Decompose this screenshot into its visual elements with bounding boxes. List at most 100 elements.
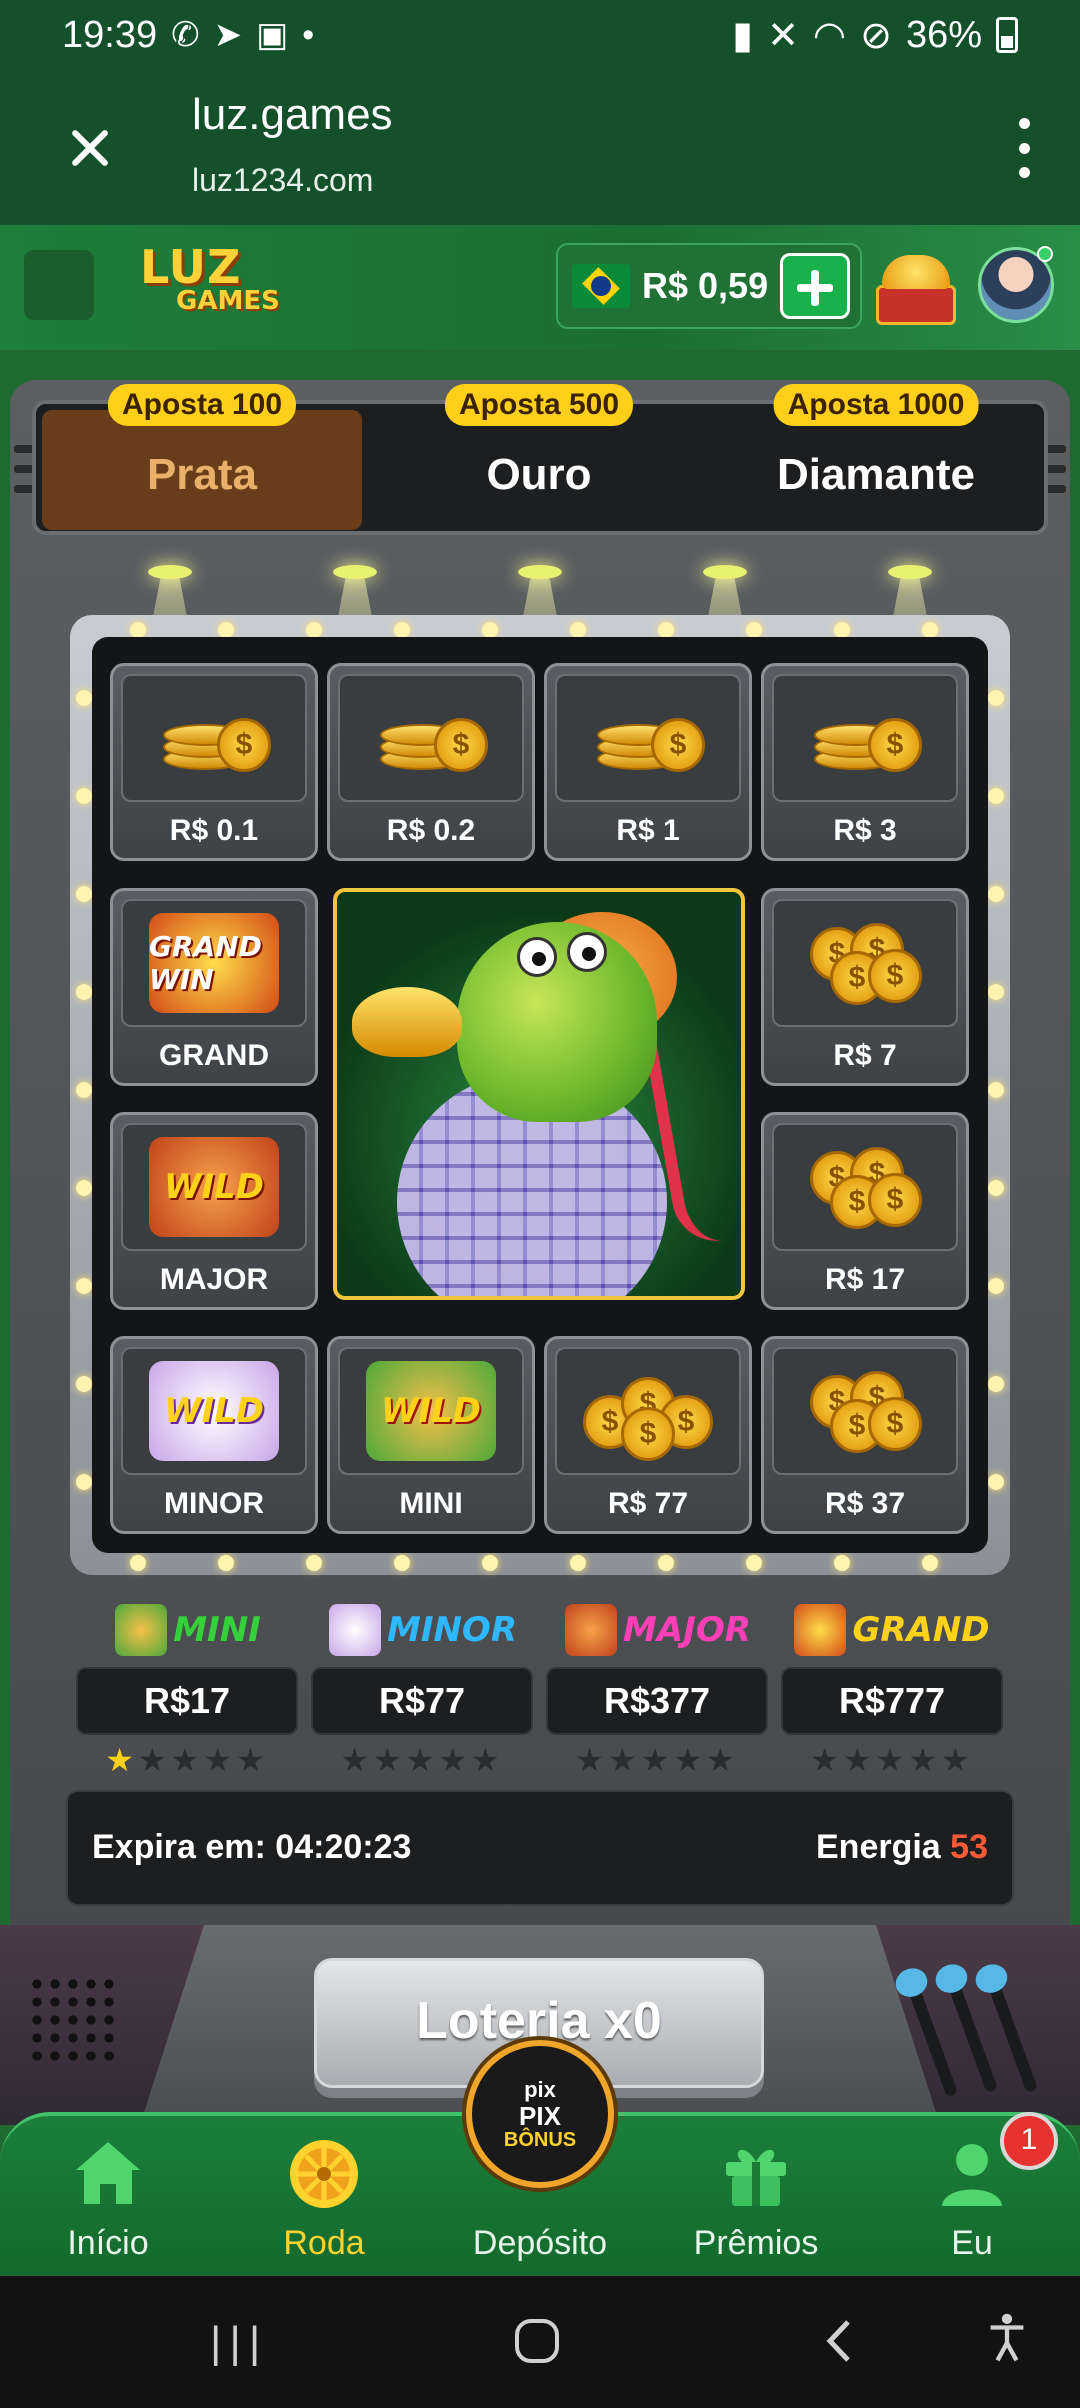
jackpot-value: R$777: [781, 1667, 1003, 1735]
marquee-bulb: [130, 1555, 146, 1571]
marquee-bulb: [76, 690, 92, 706]
star-icon: ★: [471, 1742, 504, 1778]
jackpot-name: GRAND: [852, 1610, 990, 1650]
jackpot-value: R$17: [76, 1667, 298, 1735]
page-url: luz1234.com: [192, 162, 374, 198]
marquee-bulb: [922, 622, 938, 638]
marquee-bulb: [394, 622, 410, 638]
pix-bonus-button[interactable]: pix PIX BÔNUS: [466, 2040, 614, 2188]
treasure-chest-icon[interactable]: [872, 247, 958, 327]
prize-cell: $ $ $ $ R$ 17: [761, 1112, 969, 1310]
more-options-icon[interactable]: [1016, 118, 1032, 178]
marquee-bulb: [988, 690, 1004, 706]
recent-apps-icon[interactable]: |||: [210, 2318, 268, 2368]
tiger-icon: [565, 1604, 618, 1656]
marquee-bulb: [988, 1376, 1004, 1392]
star-icon: ★: [875, 1742, 909, 1778]
star-icon: ★: [810, 1742, 843, 1778]
dnd-icon: ⊘: [860, 14, 892, 57]
more-notifications-icon: •: [302, 15, 315, 54]
prize-label: R$ 0.1: [169, 814, 259, 847]
prize-label: R$ 0.2: [386, 814, 476, 847]
nav-roda[interactable]: Roda: [234, 2128, 414, 2268]
close-icon[interactable]: [62, 120, 118, 176]
rabbit-icon: [328, 1604, 381, 1656]
jackpot-stars: ★★★★★: [546, 1741, 768, 1779]
star-icon: ★: [640, 1742, 674, 1778]
tab-diamante[interactable]: Aposta 1000 Diamante: [716, 384, 1036, 530]
side-grille-left: [14, 445, 34, 493]
telegram-icon: ➤: [213, 16, 243, 54]
grand-win-icon: GRAND WIN: [149, 913, 279, 1013]
star-icon: ★: [706, 1742, 739, 1778]
coins-pile-icon: $ $ $ $: [583, 1371, 713, 1461]
marquee-bulb: [658, 622, 674, 638]
home-button-icon[interactable]: [512, 2316, 562, 2366]
spotlight-lamp: [518, 565, 562, 579]
logo[interactable]: LUZ GAMES: [140, 240, 315, 330]
page-title: luz.games: [192, 90, 393, 139]
tab-badge: Aposta 500: [444, 384, 634, 426]
marquee-bulb: [482, 622, 498, 638]
coins-icon: $ $ $ $: [810, 923, 922, 1005]
coins-icon: $ $ $ $: [810, 1371, 922, 1453]
marquee-bulb: [834, 622, 850, 638]
marquee-bulb: [746, 1555, 762, 1571]
jackpot-stars: ★★★★★: [76, 1741, 298, 1779]
marquee-bulb: [218, 1555, 234, 1571]
home-icon: [76, 2142, 140, 2204]
balance-box: R$ 0,59: [556, 243, 862, 329]
avatar[interactable]: [978, 246, 1054, 323]
speaker-grille-icon: [28, 1975, 118, 2065]
tab-badge: Aposta 1000: [773, 384, 979, 426]
rabbit-wild-icon: WILD: [149, 1361, 279, 1461]
coins-icon: $: [593, 698, 705, 778]
star-icon: ★: [170, 1742, 204, 1778]
menu-button[interactable]: [24, 250, 94, 320]
browser-toolbar: luz.games luz1234.com: [0, 70, 1080, 225]
marquee-bulb: [988, 1180, 1004, 1196]
prize-cell-minor: WILD MINOR: [110, 1336, 318, 1534]
marquee-bulb: [76, 1474, 92, 1490]
prize-label: R$ 37: [824, 1487, 906, 1520]
pix-logo-icon: pix: [524, 2076, 556, 2102]
marquee-bulb: [76, 1376, 92, 1392]
add-funds-button[interactable]: [780, 253, 850, 319]
marquee-bulb: [988, 984, 1004, 1000]
marquee-bulb: [988, 1474, 1004, 1490]
dragon-illustration: [333, 888, 745, 1300]
notification-badge: 1: [1000, 2112, 1058, 2170]
tab-ouro[interactable]: Aposta 500 Ouro: [379, 384, 699, 530]
jackpot-major-header: MAJOR: [548, 1600, 768, 1660]
nav-premios[interactable]: Prêmios: [666, 2128, 846, 2268]
prize-cell-grand: GRAND WIN GRAND: [110, 888, 318, 1086]
prize-label: MAJOR: [159, 1263, 269, 1296]
tab-prata[interactable]: Aposta 100 Prata: [42, 384, 362, 530]
system-navigation-bar: |||: [0, 2276, 1080, 2408]
prize-cell-mini: WILD MINI: [327, 1336, 535, 1534]
accessibility-icon[interactable]: [984, 2312, 1030, 2362]
prize-cell: $ $ $ $ R$ 7: [761, 888, 969, 1086]
app-notification-icon: ▣: [256, 16, 289, 54]
jackpot-minor-header: MINOR: [313, 1600, 533, 1660]
status-time: 19:39: [62, 13, 158, 56]
back-icon[interactable]: [820, 2316, 860, 2366]
coins-icon: $: [810, 698, 922, 778]
jackpot-name: MINI: [173, 1610, 261, 1650]
prize-cell: $ R$ 0.2: [327, 663, 535, 861]
prize-label: R$ 7: [833, 1039, 897, 1072]
star-icon: ★: [340, 1742, 373, 1778]
nav-inicio[interactable]: Início: [18, 2128, 198, 2268]
prize-label: GRAND: [159, 1039, 269, 1072]
battery-saver-icon: ▮: [732, 14, 754, 57]
spotlight-lamp: [703, 565, 747, 579]
star-icon: ★: [438, 1742, 472, 1778]
star-icon: ★: [105, 1742, 138, 1778]
star-icon: ★: [405, 1742, 439, 1778]
marquee-bulb: [922, 1555, 938, 1571]
marquee-bulb: [658, 1555, 674, 1571]
marquee-bulb: [76, 886, 92, 902]
star-icon: ★: [908, 1742, 942, 1778]
tiger-wild-icon: WILD: [149, 1137, 279, 1237]
info-bar: Expira em: 04:20:23 Energia 53: [66, 1790, 1014, 1906]
